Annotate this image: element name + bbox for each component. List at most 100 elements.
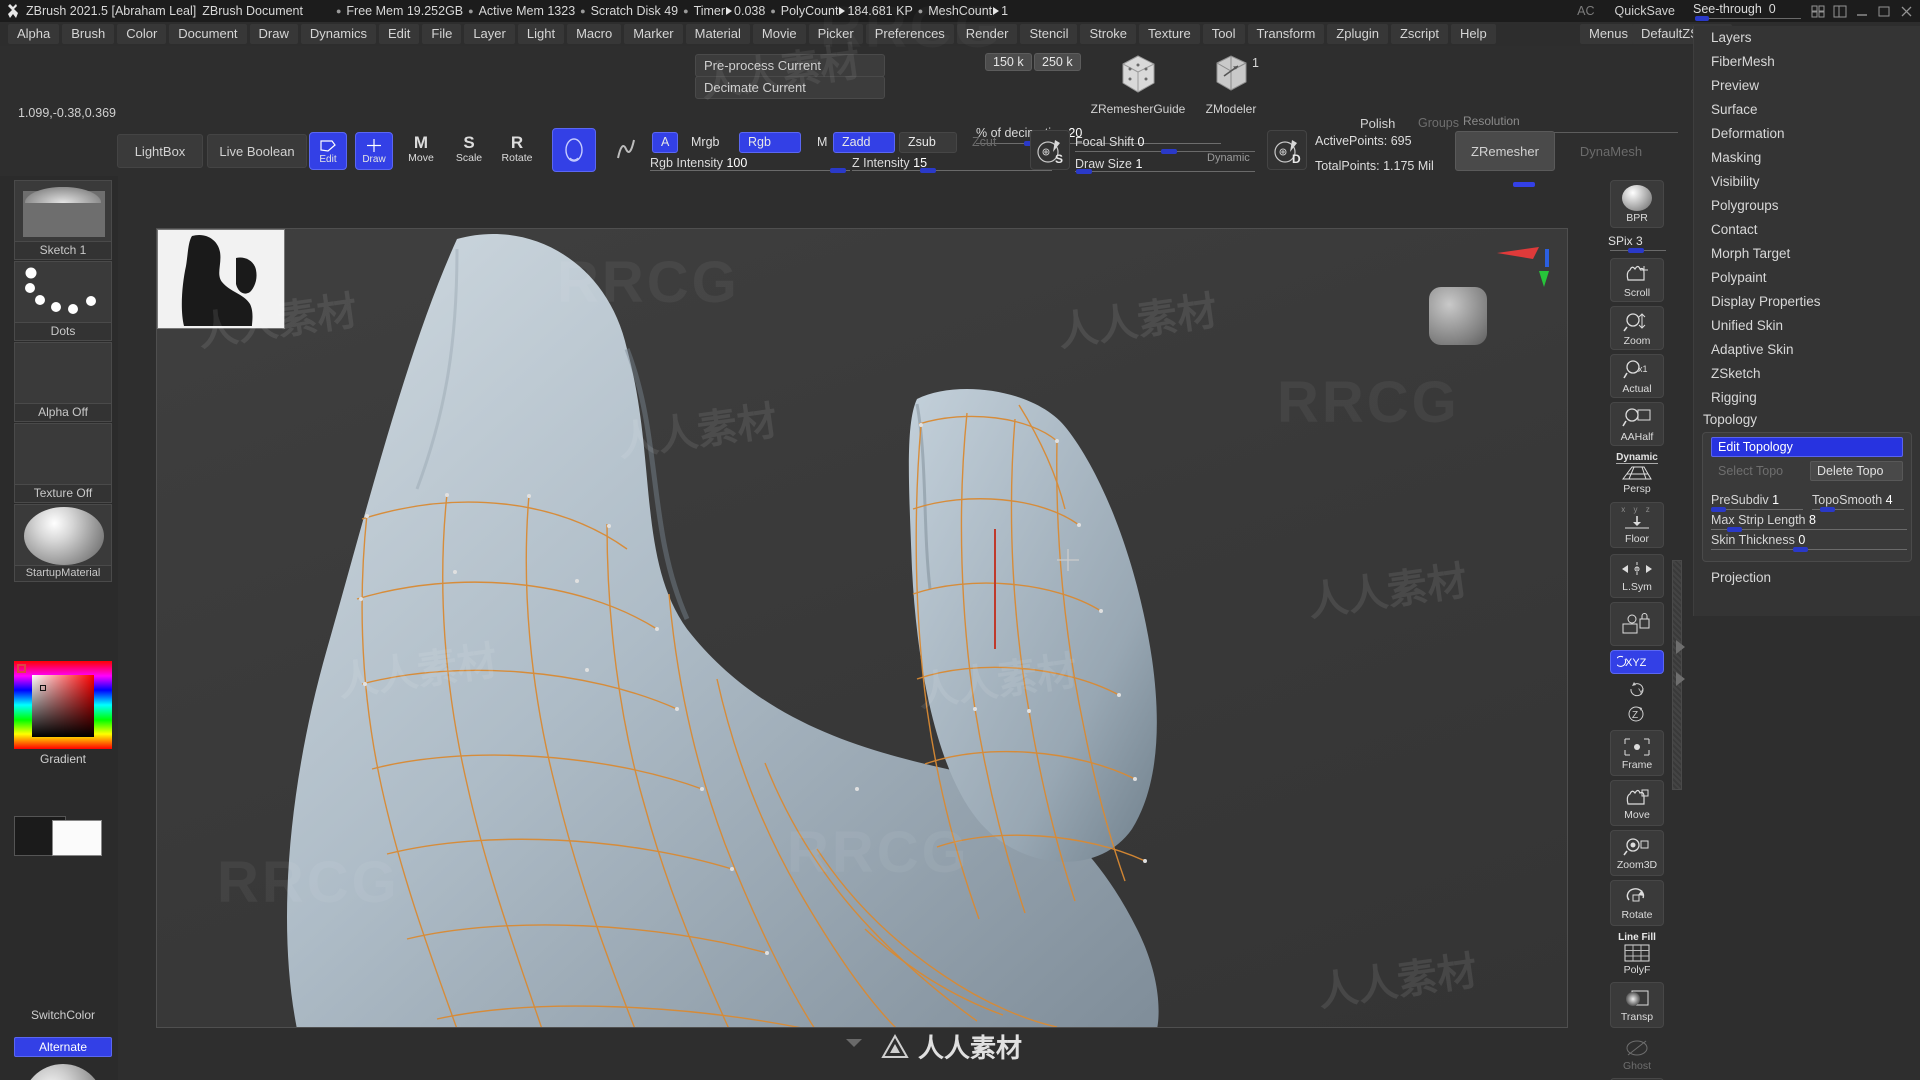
- subpalette-contact[interactable]: Contact: [1694, 218, 1920, 242]
- menu-item-document[interactable]: Document: [169, 24, 247, 44]
- color-picker[interactable]: Gradient: [14, 661, 112, 766]
- subpalette-preview[interactable]: Preview: [1694, 74, 1920, 98]
- dynamesh-button[interactable]: DynaMesh: [1562, 131, 1660, 171]
- axis-gizmo[interactable]: [1493, 243, 1553, 303]
- rgb-intensity-slider[interactable]: Rgb Intensity 100: [650, 154, 850, 173]
- viewport-canvas[interactable]: 人人素材 人人素材 人人素材 人人素材 人人素材 人人素材 人人素材 RRCG …: [156, 228, 1568, 1028]
- subpalette-polygroups[interactable]: Polygroups: [1694, 194, 1920, 218]
- menu-item-menus[interactable]: Menus: [1580, 24, 1638, 44]
- menu-item-preferences[interactable]: Preferences: [865, 24, 954, 44]
- z-intensity-knob[interactable]: [920, 168, 936, 173]
- menu-item-movie[interactable]: Movie: [752, 24, 806, 44]
- rgb-button[interactable]: Rgb: [739, 132, 801, 153]
- menu-item-zplugin[interactable]: Zplugin: [1327, 24, 1388, 44]
- subpalette-polypaint[interactable]: Polypaint: [1694, 266, 1920, 290]
- menu-item-file[interactable]: File: [422, 24, 462, 44]
- menu-item-help[interactable]: Help: [1450, 24, 1496, 44]
- close-icon[interactable]: [1899, 5, 1914, 18]
- bpr-button[interactable]: BPR: [1610, 180, 1664, 228]
- zsub-button[interactable]: Zsub: [899, 132, 957, 153]
- grid-icon[interactable]: [1811, 5, 1826, 18]
- subpalette-display-properties[interactable]: Display Properties: [1694, 290, 1920, 314]
- polyframe-button[interactable]: Line Fill PolyF: [1610, 930, 1664, 978]
- y-axis-button[interactable]: Y: [1610, 678, 1664, 700]
- scroll-up-arrow-icon[interactable]: [1676, 640, 1685, 654]
- presubdiv-knob[interactable]: [1711, 507, 1726, 512]
- ghost-button[interactable]: Ghost: [1610, 1032, 1664, 1076]
- preset-250k-button[interactable]: 250 k: [1034, 53, 1081, 71]
- zremesher-button[interactable]: ZRemesher: [1455, 131, 1555, 171]
- subpalette-deformation[interactable]: Deformation: [1694, 122, 1920, 146]
- switch-color-swatches[interactable]: [14, 816, 112, 856]
- collapse-triangle-icon[interactable]: [846, 1039, 862, 1047]
- spix-knob[interactable]: [1628, 248, 1644, 253]
- material-preview-sphere[interactable]: [22, 1064, 104, 1080]
- spix-slider[interactable]: SPix 3: [1608, 232, 1668, 254]
- toposmooth-knob[interactable]: [1820, 507, 1835, 512]
- zoom-button[interactable]: Zoom: [1610, 306, 1664, 350]
- delete-topo-button[interactable]: Delete Topo: [1810, 461, 1903, 481]
- subpalette-adaptive-skin[interactable]: Adaptive Skin: [1694, 338, 1920, 362]
- menu-item-dynamics[interactable]: Dynamics: [300, 24, 376, 44]
- transparency-button[interactable]: Transp: [1610, 982, 1664, 1028]
- live-boolean-button[interactable]: Live Boolean: [207, 134, 307, 168]
- menu-item-picker[interactable]: Picker: [808, 24, 863, 44]
- preprocess-current-button[interactable]: Pre-process Current: [695, 54, 885, 77]
- lightbox-button[interactable]: LightBox: [117, 134, 203, 168]
- menu-item-stencil[interactable]: Stencil: [1020, 24, 1078, 44]
- draw-size-knob[interactable]: [1076, 169, 1092, 174]
- zadd-button[interactable]: Zadd: [833, 132, 895, 153]
- subpalette-rigging[interactable]: Rigging: [1694, 386, 1920, 410]
- see-through-slider[interactable]: See-through 0: [1693, 0, 1805, 22]
- draw-mode-button[interactable]: Draw: [355, 132, 393, 170]
- dynamic-label[interactable]: Dynamic: [1207, 152, 1250, 164]
- menu-item-brush[interactable]: Brush: [62, 24, 115, 44]
- menu-item-zscript[interactable]: Zscript: [1390, 24, 1448, 44]
- zremesher-guides-button[interactable]: ZRemesherGuide: [1088, 52, 1188, 116]
- menu-item-layer[interactable]: Layer: [464, 24, 515, 44]
- current-brush-button[interactable]: [552, 128, 596, 172]
- perspective-button[interactable]: Dynamic Persp: [1610, 450, 1664, 496]
- subpalette-surface[interactable]: Surface: [1694, 98, 1920, 122]
- xyz-button[interactable]: XYZ: [1610, 650, 1664, 674]
- subpalette-morph-target[interactable]: Morph Target: [1694, 242, 1920, 266]
- subpalette-layers[interactable]: Layers: [1694, 26, 1920, 50]
- zcut-button[interactable]: Zcut: [963, 132, 1005, 153]
- presubdiv-slider[interactable]: PreSubdiv 1: [1711, 493, 1803, 513]
- actual-button[interactable]: x1 Actual: [1610, 354, 1664, 398]
- focal-shift-slider[interactable]: Focal Shift 0: [1075, 133, 1255, 154]
- subpalette-zsketch[interactable]: ZSketch: [1694, 362, 1920, 386]
- primary-color-swatch[interactable]: [17, 664, 26, 673]
- local-symmetry-button[interactable]: L.Sym: [1610, 554, 1664, 598]
- quicksave-button[interactable]: QuickSave: [1615, 4, 1675, 18]
- transform-lock-button[interactable]: [1610, 602, 1664, 646]
- select-topo-button[interactable]: Select Topo: [1711, 461, 1804, 481]
- rgb-intensity-knob[interactable]: [830, 168, 846, 173]
- subpalette-fibermesh[interactable]: FiberMesh: [1694, 50, 1920, 74]
- dynamic-draw-toggle[interactable]: D: [1267, 130, 1307, 170]
- z-intensity-slider[interactable]: Z Intensity 15: [852, 154, 1052, 173]
- skin-thickness-slider[interactable]: Skin Thickness 0: [1711, 533, 1911, 553]
- toposmooth-slider[interactable]: TopoSmooth 4: [1812, 493, 1904, 513]
- edit-topology-button[interactable]: Edit Topology: [1711, 437, 1903, 457]
- rotate-3d-button[interactable]: Rotate: [1610, 880, 1664, 926]
- alternate-button[interactable]: Alternate: [14, 1037, 112, 1057]
- navigation-gizmo[interactable]: [1429, 287, 1487, 345]
- tool-thumbnail[interactable]: [157, 229, 285, 329]
- sidebar-item-texture[interactable]: Texture Off: [14, 423, 112, 503]
- dynamic-focal-toggle[interactable]: S: [1030, 130, 1070, 170]
- panels-icon[interactable]: [1833, 5, 1848, 18]
- menu-item-alpha[interactable]: Alpha: [8, 24, 60, 44]
- z-axis-button[interactable]: Z: [1610, 702, 1664, 726]
- max-strip-length-slider[interactable]: Max Strip Length 8: [1711, 513, 1911, 533]
- menu-item-material[interactable]: Material: [685, 24, 750, 44]
- decimate-current-button[interactable]: Decimate Current: [695, 76, 885, 99]
- menu-item-render[interactable]: Render: [956, 24, 1018, 44]
- frame-button[interactable]: Frame: [1610, 730, 1664, 776]
- mrgb-button[interactable]: Mrgb: [682, 132, 728, 153]
- menu-item-edit[interactable]: Edit: [378, 24, 420, 44]
- subpalette-masking[interactable]: Masking: [1694, 146, 1920, 170]
- menu-item-marker[interactable]: Marker: [624, 24, 683, 44]
- max-strip-length-knob[interactable]: [1727, 527, 1742, 532]
- menu-item-tool[interactable]: Tool: [1202, 24, 1245, 44]
